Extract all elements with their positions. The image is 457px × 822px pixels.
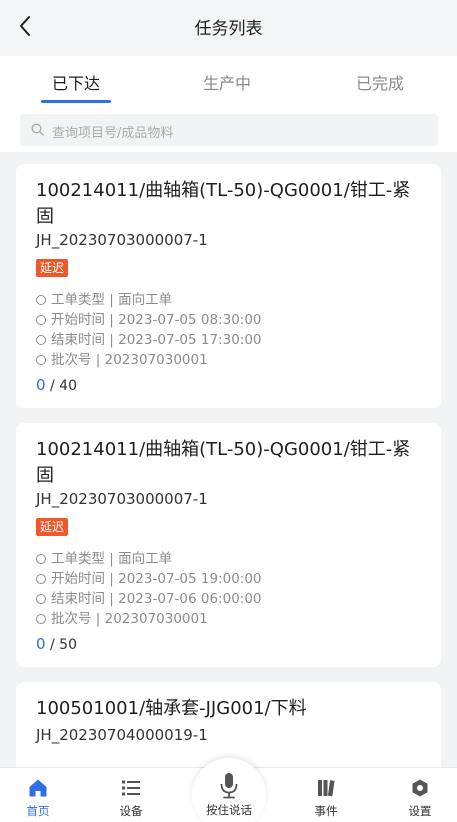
circle-icon	[36, 554, 46, 564]
progress-done: 0	[36, 635, 46, 653]
info-text: 工单类型 | 面向工单	[51, 551, 173, 567]
search-input[interactable]: 查询项目号/成品物料	[20, 114, 438, 146]
info-row: 结束时间 | 2023-07-06 06:00:00	[36, 587, 262, 607]
progress-total: / 40	[50, 378, 77, 394]
info-row: 开始时间 | 2023-07-05 08:30:00	[36, 308, 262, 328]
info-row: 结束时间 | 2023-07-05 17:30:00	[36, 328, 262, 348]
info-row: 工单类型 | 面向工单	[36, 547, 172, 567]
hold-to-talk-button[interactable]: 按住说话	[192, 758, 266, 822]
tabbar-label: 设备	[119, 804, 143, 818]
task-code: JH_20230703000007-1	[36, 490, 208, 508]
tabbar-item-devices[interactable]: 设备	[96, 768, 166, 822]
top-panel: 已下达 生产中 已完成 查询项目号/成品物料	[0, 56, 457, 152]
circle-icon	[36, 574, 46, 584]
task-title: 100214011/曲轴箱(TL-50)-QG0001/钳工-紧固	[36, 180, 411, 227]
tab-issued[interactable]: 已下达	[52, 70, 100, 94]
circle-icon	[36, 335, 46, 345]
circle-icon	[36, 614, 46, 624]
tabbar-label: 首页	[26, 804, 50, 818]
info-row: 工单类型 | 面向工单	[36, 288, 172, 308]
tabbar-label: 设置	[408, 804, 432, 818]
search-placeholder: 查询项目号/成品物料	[52, 126, 174, 141]
home-icon	[29, 779, 47, 797]
gear-icon	[412, 779, 428, 797]
task-title: 100214011/曲轴箱(TL-50)-QG0001/钳工-紧固	[36, 439, 411, 486]
task-code: JH_20230704000019-1	[36, 726, 208, 744]
tabbar-item-settings[interactable]: 设置	[385, 768, 455, 822]
task-title: 100501001/轴承套-JJG001/下料	[36, 698, 307, 719]
tab-completed[interactable]: 已完成	[356, 70, 404, 94]
circle-icon	[36, 315, 46, 325]
search-icon	[31, 123, 44, 136]
tabbar-item-home[interactable]: 首页	[3, 768, 73, 822]
status-tabs: 已下达 生产中 已完成	[0, 56, 457, 106]
info-row: 批次号 | 202307030001	[36, 607, 208, 627]
navigation-bar: 任务列表	[0, 0, 457, 56]
task-card[interactable]: 100214011/曲轴箱(TL-50)-QG0001/钳工-紧固 JH_202…	[16, 423, 441, 667]
microphone-icon	[220, 773, 238, 799]
circle-icon	[36, 355, 46, 365]
tabbar-label: 事件	[314, 804, 338, 818]
list-icon	[122, 780, 140, 796]
info-text: 结束时间 | 2023-07-05 17:30:00	[51, 332, 262, 348]
info-text: 结束时间 | 2023-07-06 06:00:00	[51, 591, 262, 607]
delay-badge: 延迟	[36, 259, 69, 277]
circle-icon	[36, 594, 46, 604]
info-text: 批次号 | 202307030001	[51, 611, 208, 627]
task-progress: 0 / 40	[36, 376, 77, 394]
delay-badge: 延迟	[36, 518, 69, 536]
tabbar-item-events[interactable]: 事件	[291, 768, 361, 822]
page-title: 任务列表	[194, 19, 263, 39]
task-card[interactable]: 100214011/曲轴箱(TL-50)-QG0001/钳工-紧固 JH_202…	[16, 164, 441, 408]
info-text: 开始时间 | 2023-07-05 08:30:00	[51, 312, 262, 328]
progress-done: 0	[36, 376, 46, 394]
book-icon	[318, 780, 335, 797]
info-row: 批次号 | 202307030001	[36, 348, 208, 368]
task-progress: 0 / 50	[36, 635, 77, 653]
tab-in-production[interactable]: 生产中	[203, 70, 251, 94]
active-tab-indicator	[41, 100, 111, 103]
task-code: JH_20230703000007-1	[36, 231, 208, 249]
voice-button-label: 按住说话	[206, 803, 252, 817]
circle-icon	[36, 295, 46, 305]
info-text: 开始时间 | 2023-07-05 19:00:00	[51, 571, 262, 587]
info-text: 批次号 | 202307030001	[51, 352, 208, 368]
progress-total: / 50	[50, 637, 77, 653]
info-row: 开始时间 | 2023-07-05 19:00:00	[36, 567, 262, 587]
info-text: 工单类型 | 面向工单	[51, 292, 173, 308]
